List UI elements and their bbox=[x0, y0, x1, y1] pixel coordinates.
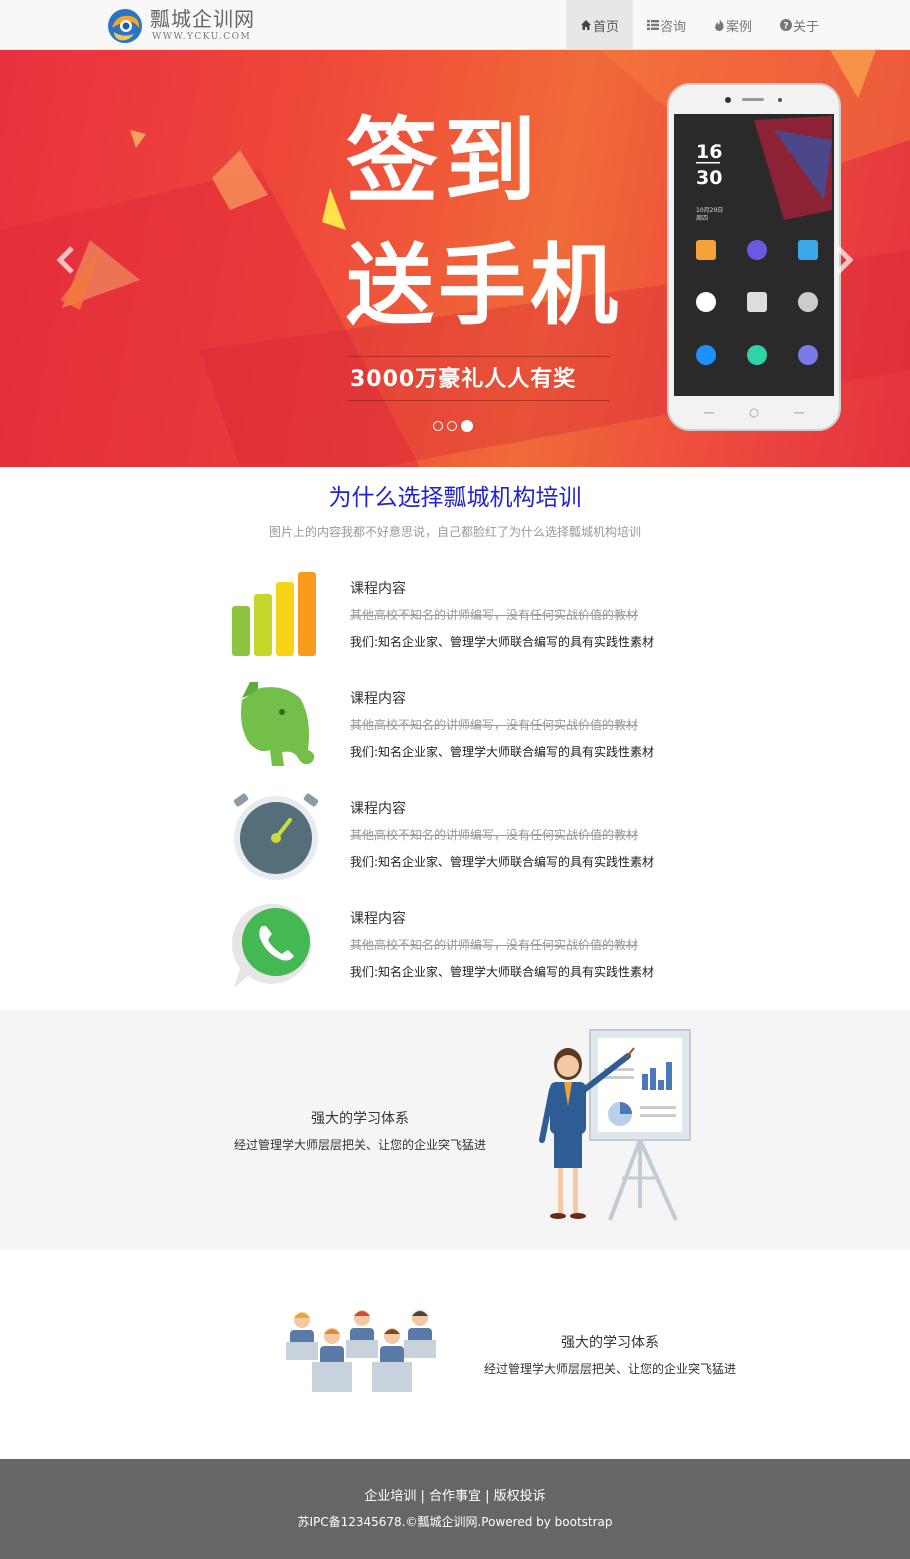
learning-title: 强大的学习体系 bbox=[561, 1335, 659, 1351]
feature-heading: 课程内容 bbox=[350, 911, 406, 927]
list-icon bbox=[647, 20, 660, 30]
nav-label-cases: 案例 bbox=[726, 19, 753, 35]
carousel-indicator-3[interactable] bbox=[461, 420, 473, 432]
carousel-indicator-1[interactable] bbox=[433, 421, 443, 431]
footer-separator: | bbox=[481, 1489, 494, 1504]
learning-title: 强大的学习体系 bbox=[311, 1111, 409, 1127]
phone-weekday: 周四 bbox=[696, 215, 708, 222]
nav-item-cases[interactable]: 案例 bbox=[700, 0, 766, 50]
phone-date: 10月29日 bbox=[696, 207, 723, 214]
footer-link-training[interactable]: 企业培训 bbox=[364, 1489, 416, 1504]
phone-image: 16 30 10月29日 周四 bbox=[667, 83, 841, 431]
home-icon bbox=[581, 20, 591, 30]
presenter-illustration bbox=[539, 1029, 691, 1221]
carousel-prev-arrow[interactable] bbox=[52, 240, 82, 280]
feature-item: 课程内容 其他高校不知名的讲师编写，没有任何实战价值的教材 我们:知名企业家、管… bbox=[228, 568, 678, 668]
footer-link-copyright-complaint[interactable]: 版权投诉 bbox=[494, 1489, 546, 1504]
footer-links: 企业培训 | 合作事宜 | 版权投诉 bbox=[0, 1485, 910, 1504]
feature-old-text: 其他高校不知名的讲师编写，没有任何实战价值的教材 bbox=[350, 608, 639, 622]
brand-link[interactable]: 瓢城企训网 WWW.YCKU.COM bbox=[106, 6, 266, 46]
why-section-subtitle: 图片上的内容我都不好意思说，自己都脸红了为什么选择瓢城机构培训 bbox=[268, 525, 641, 539]
why-section-title: 为什么选择瓢城机构培训 bbox=[328, 485, 582, 511]
footer-copyright: 苏IPC备12345678.©瓢城企训网.Powered by bootstra… bbox=[297, 1515, 613, 1529]
nav-label-home: 首页 bbox=[593, 19, 620, 35]
learning-desc: 经过管理学大师层层把关、让您的企业突飞猛进 bbox=[233, 1138, 486, 1152]
nav-label-about: 关于 bbox=[793, 19, 820, 35]
feature-heading: 课程内容 bbox=[350, 691, 406, 707]
feature-heading: 课程内容 bbox=[350, 801, 406, 817]
feature-new-text: 我们:知名企业家、管理学大师联合编写的具有实践性素材 bbox=[350, 855, 655, 869]
phone-clock-hour: 16 bbox=[696, 141, 722, 163]
slide-title-line1: 签到 bbox=[346, 108, 543, 215]
feature-old-text: 其他高校不知名的讲师编写，没有任何实战价值的教材 bbox=[350, 828, 639, 842]
phone-chat-icon bbox=[231, 903, 312, 988]
nav-label-consult: 咨询 bbox=[660, 19, 687, 35]
slide-divider-bottom bbox=[348, 400, 610, 401]
feature-old-text: 其他高校不知名的讲师编写，没有任何实战价值的教材 bbox=[350, 718, 639, 732]
timer-icon bbox=[233, 793, 319, 880]
question-circle-icon: ? bbox=[780, 19, 793, 32]
footer-link-cooperation[interactable]: 合作事宜 bbox=[429, 1489, 481, 1504]
slide-title-line2: 送手机 bbox=[346, 234, 623, 337]
learning-desc: 经过管理学大师层层把关、让您的企业突飞猛进 bbox=[483, 1362, 736, 1376]
nav-item-consult[interactable]: 咨询 bbox=[633, 0, 700, 50]
footer-separator: | bbox=[416, 1489, 429, 1504]
team-illustration bbox=[286, 1310, 436, 1392]
carousel-indicator-2[interactable] bbox=[447, 421, 457, 431]
brand-url: WWW.YCKU.COM bbox=[152, 32, 252, 42]
feature-new-text: 我们:知名企业家、管理学大师联合编写的具有实践性素材 bbox=[350, 745, 655, 759]
main-nav: 首页 咨询 案例 ? 关于 bbox=[566, 0, 833, 50]
feature-item: 课程内容 其他高校不知名的讲师编写，没有任何实战价值的教材 我们:知名企业家、管… bbox=[228, 678, 678, 778]
footer: 企业培训 | 合作事宜 | 版权投诉 苏IPC备12345678.©瓢城企训网.… bbox=[0, 1459, 910, 1559]
feature-heading: 课程内容 bbox=[350, 581, 406, 597]
phone-clock-minute: 30 bbox=[696, 167, 722, 189]
feature-item: 课程内容 其他高校不知名的讲师编写，没有任何实战价值的教材 我们:知名企业家、管… bbox=[228, 788, 678, 888]
slide-subtitle: 3000万豪礼人人有奖 bbox=[350, 367, 577, 392]
fire-icon bbox=[715, 19, 724, 31]
nav-item-home[interactable]: 首页 bbox=[566, 0, 634, 50]
banner-carousel: 签到 送手机 3000万豪礼人人有奖 16 30 10月29日 周四 bbox=[0, 50, 910, 467]
brand-logo-icon bbox=[108, 9, 142, 43]
svg-text:?: ? bbox=[783, 22, 788, 32]
carousel-indicators bbox=[433, 420, 473, 432]
slide-divider-top bbox=[348, 356, 610, 357]
feature-new-text: 我们:知名企业家、管理学大师联合编写的具有实践性素材 bbox=[350, 635, 655, 649]
elephant-icon bbox=[241, 682, 315, 766]
feature-new-text: 我们:知名企业家、管理学大师联合编写的具有实践性素材 bbox=[350, 965, 655, 979]
navbar: 瓢城企训网 WWW.YCKU.COM 首页 咨询 案例 ? 关于 bbox=[0, 0, 910, 50]
brand-name: 瓢城企训网 bbox=[150, 7, 255, 31]
nav-item-about[interactable]: ? 关于 bbox=[766, 0, 833, 50]
bar-chart-icon bbox=[232, 572, 316, 656]
carousel-next-arrow[interactable] bbox=[828, 240, 858, 280]
learning-section-1: 强大的学习体系 经过管理学大师层层把关、让您的企业突飞猛进 bbox=[0, 1010, 910, 1250]
feature-old-text: 其他高校不知名的讲师编写，没有任何实战价值的教材 bbox=[350, 938, 639, 952]
feature-item: 课程内容 其他高校不知名的讲师编写，没有任何实战价值的教材 我们:知名企业家、管… bbox=[228, 898, 678, 998]
